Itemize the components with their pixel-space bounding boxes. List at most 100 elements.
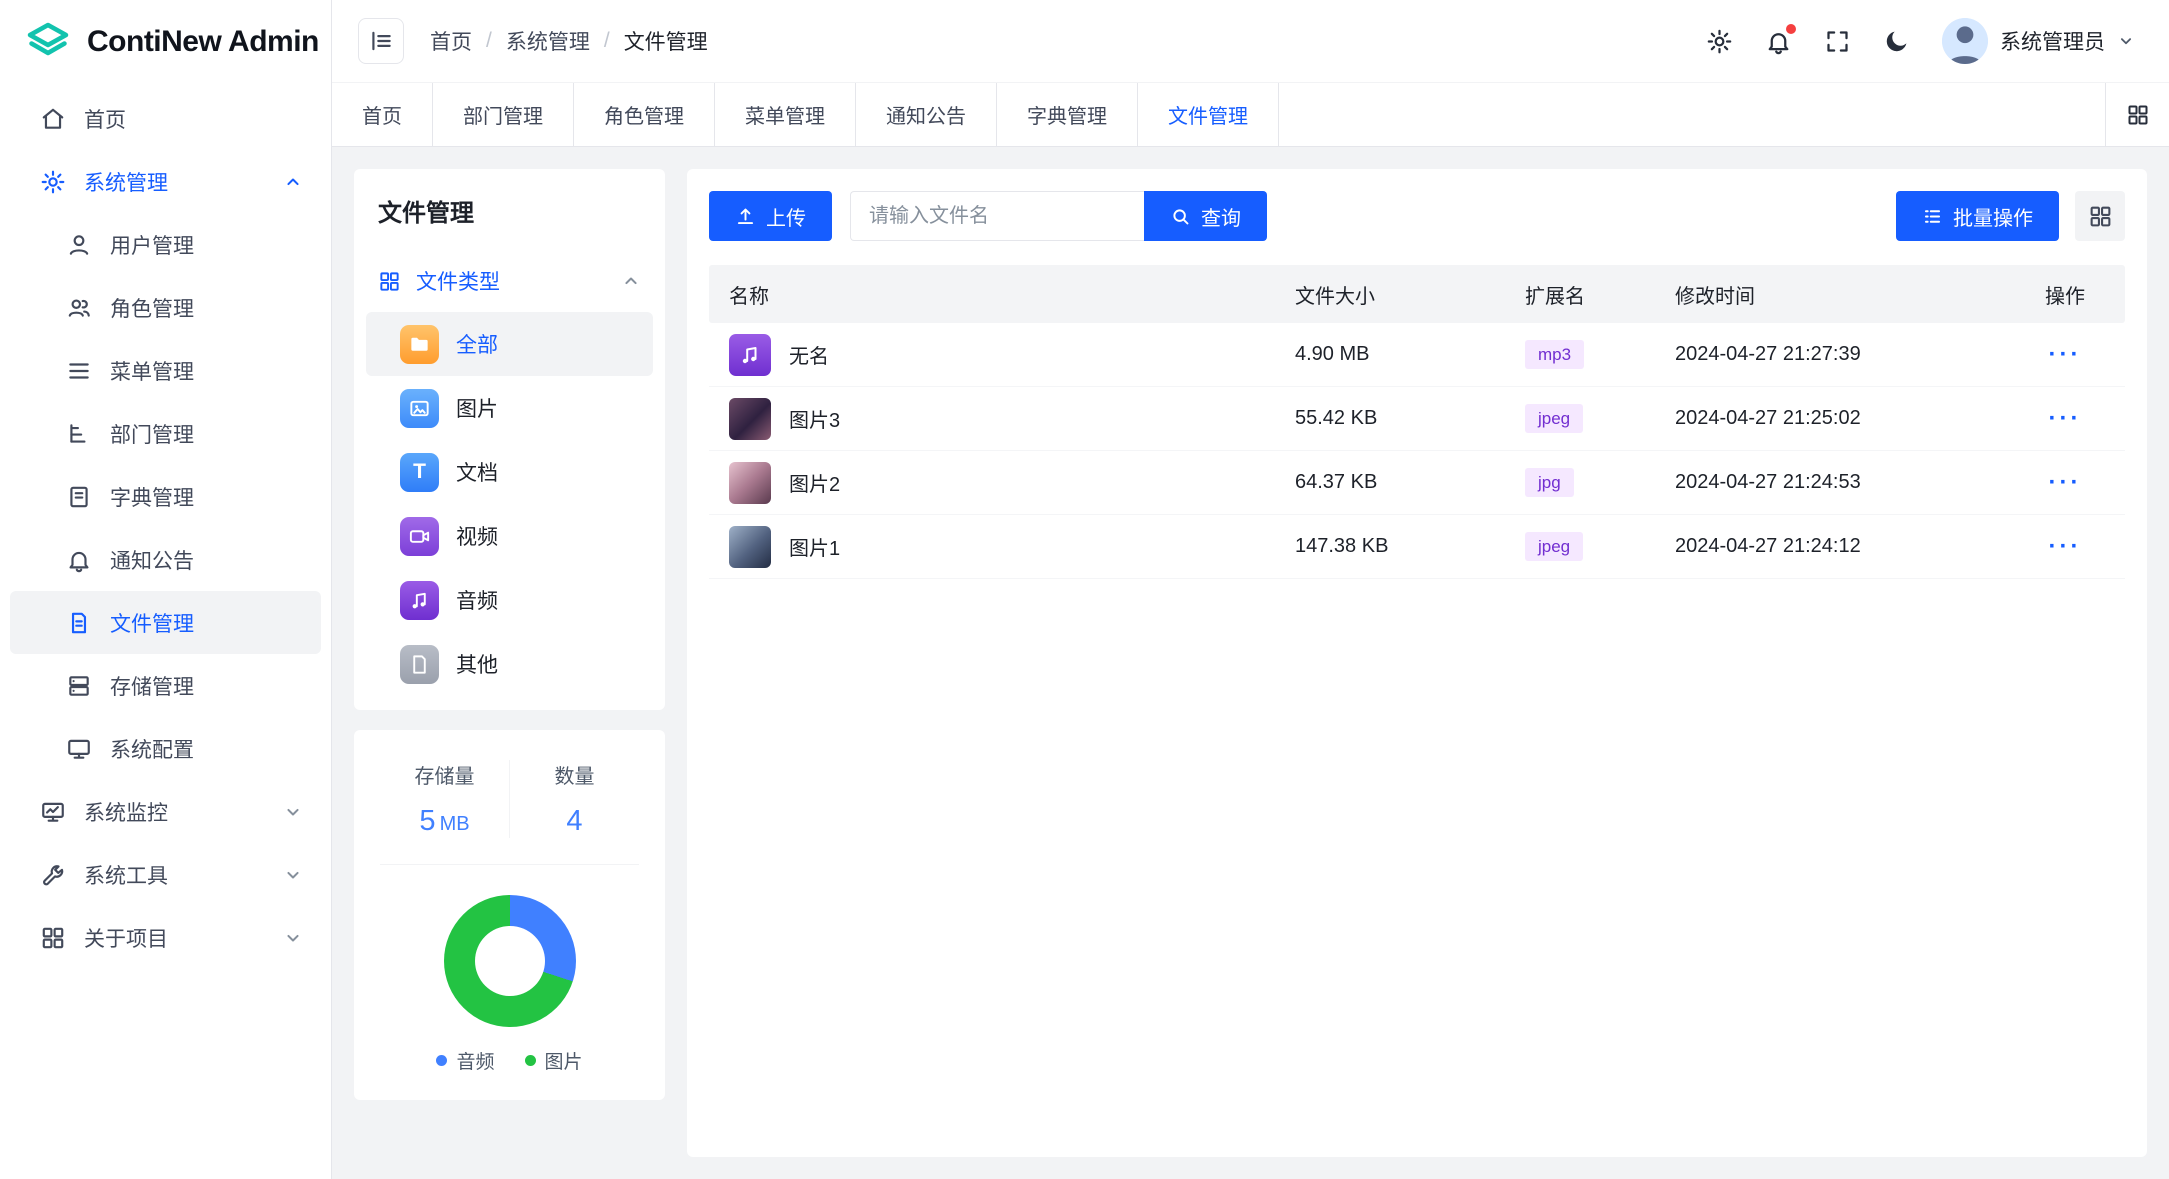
sidebar-item-config[interactable]: 系统配置 xyxy=(10,717,321,780)
chevron-up-icon xyxy=(621,271,641,291)
menu-lines-icon xyxy=(66,358,92,384)
ext-tag: jpeg xyxy=(1525,404,1583,433)
category-grid-icon xyxy=(378,270,401,293)
sidebar-item-files[interactable]: 文件管理 xyxy=(10,591,321,654)
user-name: 系统管理员 xyxy=(2000,26,2105,56)
table-row[interactable]: 无名 4.90 MB mp3 2024-04-27 21:27:39 ··· xyxy=(709,323,2125,387)
sidebar-item-label: 字典管理 xyxy=(110,482,194,512)
book-icon xyxy=(66,484,92,510)
row-actions-button[interactable]: ··· xyxy=(2049,469,2082,496)
search-icon xyxy=(1170,206,1191,227)
breadcrumb-system[interactable]: 系统管理 xyxy=(506,26,590,56)
table-row[interactable]: 图片1 147.38 KB jpeg 2024-04-27 21:24:12 ·… xyxy=(709,515,2125,579)
tab-menus[interactable]: 菜单管理 xyxy=(715,83,856,146)
type-item-audio[interactable]: 音频 xyxy=(366,568,653,632)
file-name: 无名 xyxy=(789,340,829,369)
search-input[interactable] xyxy=(850,191,1144,241)
chart-legend: 音频 图片 xyxy=(436,1047,582,1074)
user-menu[interactable]: 系统管理员 xyxy=(1942,18,2135,64)
legend-item-image[interactable]: 图片 xyxy=(525,1047,583,1074)
sidebar-item-monitor[interactable]: 系统监控 xyxy=(10,780,321,843)
legend-item-audio[interactable]: 音频 xyxy=(436,1047,494,1074)
batch-list-icon xyxy=(1922,206,1943,227)
sidebar-item-menus[interactable]: 菜单管理 xyxy=(10,339,321,402)
row-actions-button[interactable]: ··· xyxy=(2049,533,2082,560)
file-time: 2024-04-27 21:24:12 xyxy=(1655,535,2005,558)
query-button[interactable]: 查询 xyxy=(1144,191,1267,241)
file-thumbnail xyxy=(729,462,771,504)
sidebar-item-tools[interactable]: 系统工具 xyxy=(10,843,321,906)
sidebar-item-system[interactable]: 系统管理 xyxy=(10,150,321,213)
tab-roles[interactable]: 角色管理 xyxy=(574,83,715,146)
sidebar-item-label: 关于项目 xyxy=(84,923,168,953)
chevron-down-icon xyxy=(283,802,303,822)
column-name: 名称 xyxy=(709,280,1275,309)
file-type-group[interactable]: 文件类型 xyxy=(366,250,653,312)
table-row[interactable]: 图片3 55.42 KB jpeg 2024-04-27 21:25:02 ··… xyxy=(709,387,2125,451)
storage-value: 5 xyxy=(419,805,435,837)
sidebar-item-about[interactable]: 关于项目 xyxy=(10,906,321,969)
toolbar: 上传 查询 批量操作 xyxy=(709,191,2125,241)
sidebar-item-label: 文件管理 xyxy=(110,608,194,638)
toolbar-right: 批量操作 xyxy=(1896,191,2125,241)
file-name: 图片2 xyxy=(789,468,840,497)
tab-home[interactable]: 首页 xyxy=(332,83,433,146)
sidebar-item-label: 部门管理 xyxy=(110,419,194,449)
breadcrumb-home[interactable]: 首页 xyxy=(430,26,472,56)
row-actions-button[interactable]: ··· xyxy=(2049,405,2082,432)
upload-button[interactable]: 上传 xyxy=(709,191,832,241)
sidebar-item-notices[interactable]: 通知公告 xyxy=(10,528,321,591)
type-item-videos[interactable]: 视频 xyxy=(366,504,653,568)
file-size: 64.37 KB xyxy=(1275,471,1505,494)
document-icon: T xyxy=(400,453,439,492)
logo: ContiNew Admin xyxy=(0,0,331,83)
breadcrumb-current: 文件管理 xyxy=(624,26,708,56)
fullscreen-icon[interactable] xyxy=(1824,28,1851,55)
settings-icon[interactable] xyxy=(1706,28,1733,55)
type-label: 文档 xyxy=(456,457,498,487)
folder-icon xyxy=(400,325,439,364)
type-item-images[interactable]: 图片 xyxy=(366,376,653,440)
grid-view-button[interactable] xyxy=(2075,191,2125,241)
tab-files[interactable]: 文件管理 xyxy=(1138,83,1279,146)
sidebar-item-dictionary[interactable]: 字典管理 xyxy=(10,465,321,528)
type-item-other[interactable]: 其他 xyxy=(366,632,653,696)
monitor-icon xyxy=(66,736,92,762)
batch-actions-button[interactable]: 批量操作 xyxy=(1896,191,2059,241)
type-item-all[interactable]: 全部 xyxy=(366,312,653,376)
sidebar-item-roles[interactable]: 角色管理 xyxy=(10,276,321,339)
sidebar-item-departments[interactable]: 部门管理 xyxy=(10,402,321,465)
tab-layout-button[interactable] xyxy=(2105,83,2169,146)
sidebar-item-storage[interactable]: 存储管理 xyxy=(10,654,321,717)
app-logo-icon xyxy=(24,18,72,66)
tab-departments[interactable]: 部门管理 xyxy=(433,83,574,146)
sidebar-menu: 首页 系统管理 用户管理 角色管理 菜单管理 部门管理 xyxy=(0,83,331,1179)
tab-label: 文件管理 xyxy=(1168,100,1248,129)
breadcrumb: 首页 / 系统管理 / 文件管理 xyxy=(430,26,708,56)
content: 文件管理 文件类型 全部 图片 T xyxy=(332,147,2169,1179)
table-row[interactable]: 图片2 64.37 KB jpg 2024-04-27 21:24:53 ··· xyxy=(709,451,2125,515)
collapse-sidebar-button[interactable] xyxy=(358,18,404,64)
sidebar-item-home[interactable]: 首页 xyxy=(10,87,321,150)
legend-label: 图片 xyxy=(545,1047,583,1074)
ext-tag: mp3 xyxy=(1525,340,1584,369)
grid-icon xyxy=(2126,103,2150,127)
notifications-icon[interactable] xyxy=(1765,28,1792,55)
panel-title: 文件管理 xyxy=(366,191,653,250)
file-time: 2024-04-27 21:25:02 xyxy=(1655,407,2005,430)
audio-file-icon xyxy=(729,334,771,376)
sidebar-item-users[interactable]: 用户管理 xyxy=(10,213,321,276)
ext-tag: jpeg xyxy=(1525,532,1583,561)
row-actions-button[interactable]: ··· xyxy=(2049,341,2082,368)
tab-notices[interactable]: 通知公告 xyxy=(856,83,997,146)
sidebar-item-label: 用户管理 xyxy=(110,230,194,260)
storage-stat: 存储量 5MB xyxy=(380,760,510,838)
ops-cell: ··· xyxy=(2005,341,2125,369)
file-time: 2024-04-27 21:27:39 xyxy=(1655,343,2005,366)
type-item-documents[interactable]: T 文档 xyxy=(366,440,653,504)
dark-mode-icon[interactable] xyxy=(1883,28,1910,55)
count-label: 数量 xyxy=(510,760,639,789)
menu-fold-icon xyxy=(368,28,394,54)
tab-dictionary[interactable]: 字典管理 xyxy=(997,83,1138,146)
file-size: 147.38 KB xyxy=(1275,535,1505,558)
